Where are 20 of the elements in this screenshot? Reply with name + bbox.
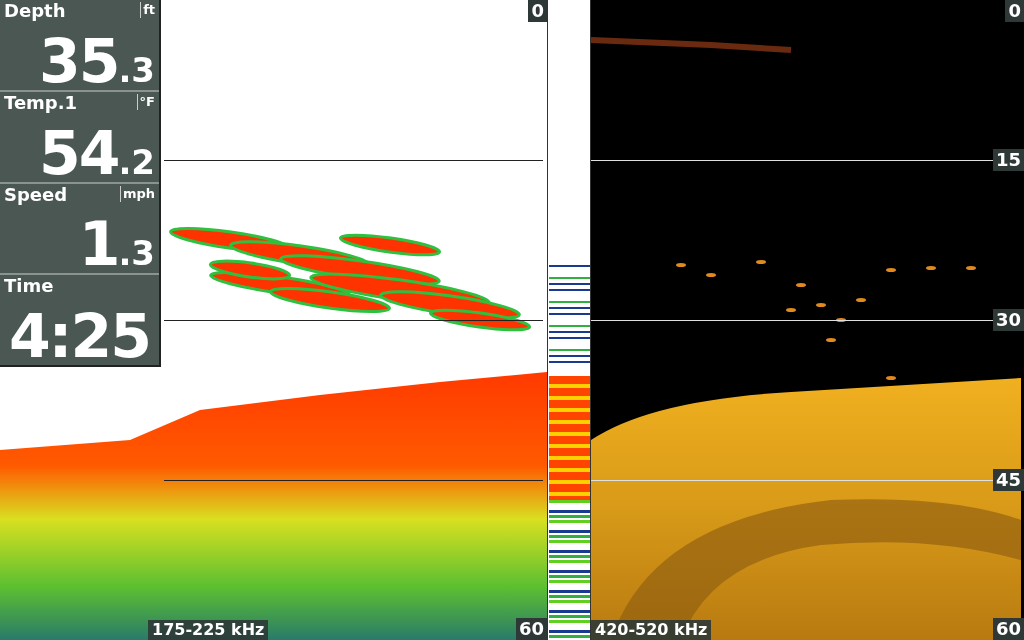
depth-label: 45 bbox=[992, 469, 1024, 491]
depth-label: 15 bbox=[992, 149, 1024, 171]
readout-unit: ft bbox=[140, 2, 155, 18]
readout-value: 54.2 bbox=[38, 123, 155, 182]
readout-label: Time bbox=[4, 275, 54, 298]
frequency-label: 175-225 kHz bbox=[148, 620, 269, 640]
readout-label: Speed bbox=[4, 183, 68, 206]
depth-label: 0 bbox=[1005, 0, 1024, 22]
readout-value: 1.3 bbox=[78, 215, 155, 274]
depth-label: 60 bbox=[992, 618, 1024, 640]
readout-unit: °F bbox=[136, 93, 155, 110]
readout-label: Depth bbox=[4, 0, 66, 22]
readout-unit: mph bbox=[119, 185, 155, 202]
depth-label: 0 bbox=[528, 0, 547, 22]
readout-label: Temp.1 bbox=[4, 91, 78, 114]
depth-label: 60 bbox=[515, 618, 547, 640]
frequency-label: 420-520 kHz bbox=[591, 620, 712, 640]
depth-label: 30 bbox=[992, 309, 1024, 331]
readout-value: 35.3 bbox=[38, 31, 155, 90]
readout-value: 4:25 bbox=[8, 307, 151, 365]
